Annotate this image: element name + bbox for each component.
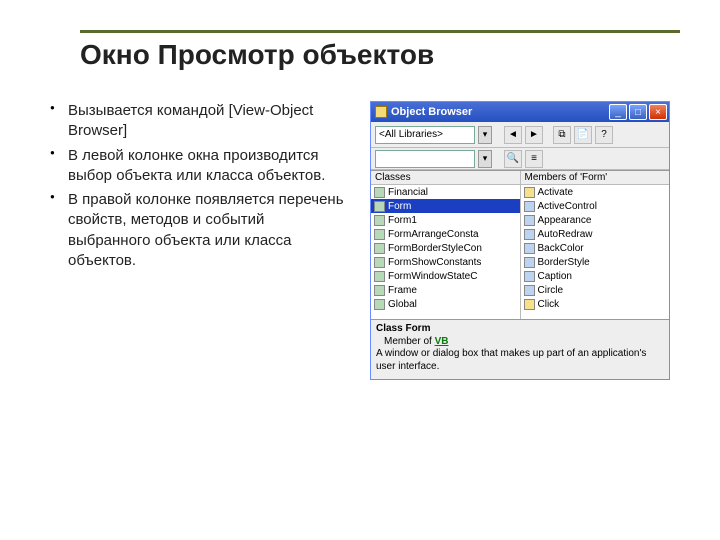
search-show-button[interactable]: ≡: [525, 150, 543, 168]
list-item[interactable]: Form1: [371, 213, 520, 227]
search-combo-arrow[interactable]: ▾: [478, 150, 492, 168]
bullet-list: Вызывается командой [View-Object Browser…: [50, 101, 350, 275]
property-icon: [524, 271, 535, 282]
help-button[interactable]: ?: [595, 126, 613, 144]
class-icon: [374, 257, 385, 268]
list-item[interactable]: FormWindowStateC: [371, 269, 520, 283]
class-icon: [374, 187, 385, 198]
list-item-selected[interactable]: Form: [371, 199, 520, 213]
list-item[interactable]: Caption: [521, 269, 670, 283]
list-item[interactable]: Frame: [371, 283, 520, 297]
property-icon: [524, 215, 535, 226]
property-icon: [524, 243, 535, 254]
list-item[interactable]: Global: [371, 297, 520, 311]
copy-button[interactable]: ⧉: [553, 126, 571, 144]
classes-header: Classes: [371, 171, 520, 185]
members-column: Members of 'Form' Activate ActiveControl…: [520, 171, 670, 319]
list-item[interactable]: FormArrangeConsta: [371, 227, 520, 241]
event-icon: [524, 187, 535, 198]
desc-class-line: Class Form: [376, 323, 664, 336]
search-combo[interactable]: [375, 150, 475, 168]
desc-member-link[interactable]: VB: [435, 336, 449, 347]
list-item[interactable]: FormBorderStyleCon: [371, 241, 520, 255]
classes-column: Classes Financial Form Form1 FormArrange…: [371, 171, 520, 319]
desc-member-line: Member of VB: [376, 336, 664, 349]
list-item[interactable]: ActiveControl: [521, 199, 670, 213]
bullet-item: В левой колонке окна производится выбор …: [50, 146, 350, 187]
class-icon: [374, 201, 385, 212]
class-icon: [374, 229, 385, 240]
description-pane: Class Form Member of VB A window or dial…: [371, 320, 669, 379]
property-icon: [524, 257, 535, 268]
list-item[interactable]: Activate: [521, 185, 670, 199]
members-header: Members of 'Form': [521, 171, 670, 185]
desc-text: A window or dialog box that makes up par…: [376, 348, 664, 373]
window-title: Object Browser: [391, 106, 607, 118]
list-item[interactable]: BackColor: [521, 241, 670, 255]
list-item[interactable]: Circle: [521, 283, 670, 297]
toolbar-main: <All Libraries> ▾ ◄ ► ⧉ 📄 ?: [371, 122, 669, 148]
bullet-item: Вызывается командой [View-Object Browser…: [50, 101, 350, 142]
minimize-button[interactable]: _: [609, 104, 627, 120]
method-icon: [524, 285, 535, 296]
list-item[interactable]: AutoRedraw: [521, 227, 670, 241]
class-icon: [374, 285, 385, 296]
class-icon: [374, 299, 385, 310]
nav-back-button[interactable]: ◄: [504, 126, 522, 144]
class-icon: [374, 271, 385, 282]
event-icon: [524, 299, 535, 310]
list-item[interactable]: FormShowConstants: [371, 255, 520, 269]
library-combo[interactable]: <All Libraries>: [375, 126, 475, 144]
slide-title: Окно Просмотр объектов: [80, 39, 680, 71]
list-item[interactable]: Click: [521, 297, 670, 311]
class-icon: [374, 243, 385, 254]
maximize-button[interactable]: □: [629, 104, 647, 120]
list-item[interactable]: Appearance: [521, 213, 670, 227]
classes-list[interactable]: Financial Form Form1 FormArrangeConsta F…: [371, 185, 520, 319]
list-item[interactable]: BorderStyle: [521, 255, 670, 269]
search-go-button[interactable]: 🔍: [504, 150, 522, 168]
property-icon: [524, 201, 535, 212]
close-button[interactable]: ×: [649, 104, 667, 120]
window-titlebar[interactable]: Object Browser _ □ ×: [371, 102, 669, 122]
list-item[interactable]: Financial: [371, 185, 520, 199]
view-definition-button[interactable]: 📄: [574, 126, 592, 144]
toolbar-search: ▾ 🔍 ≡: [371, 148, 669, 170]
library-combo-arrow[interactable]: ▾: [478, 126, 492, 144]
nav-forward-button[interactable]: ►: [525, 126, 543, 144]
members-list[interactable]: Activate ActiveControl Appearance AutoRe…: [521, 185, 670, 319]
class-icon: [374, 215, 385, 226]
app-icon: [375, 106, 387, 118]
bullet-item: В правой колонке появляется перечень сво…: [50, 190, 350, 271]
object-browser-window: Object Browser _ □ × <All Libraries> ▾ ◄…: [370, 101, 670, 380]
property-icon: [524, 229, 535, 240]
